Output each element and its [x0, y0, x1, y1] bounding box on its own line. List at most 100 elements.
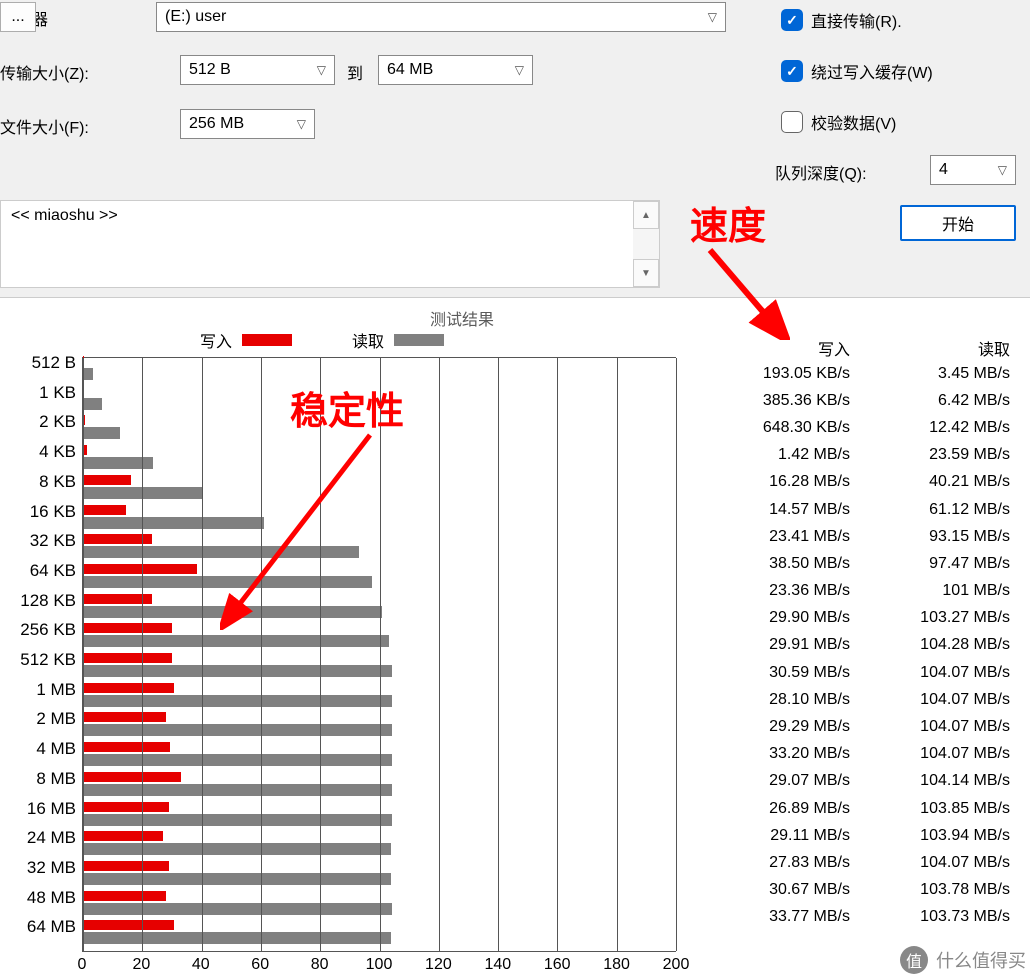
bar-read [83, 665, 392, 677]
description-text: << miaoshu >> [11, 207, 118, 224]
speed-row: 29.11 MB/s103.94 MB/s [700, 822, 1018, 849]
bar-read [83, 724, 392, 736]
chart-xtick: 120 [425, 956, 452, 974]
speed-row: 30.67 MB/s103.78 MB/s [700, 877, 1018, 904]
file-size-dropdown[interactable]: 256 MB ▽ [180, 109, 315, 139]
speed-read-cell: 103.73 MB/s [850, 908, 1010, 926]
bar-read [83, 754, 392, 766]
bar-write [83, 831, 163, 841]
direct-transfer-checkbox[interactable]: ✓ [781, 9, 803, 31]
drive-dropdown[interactable]: (E:) user ▽ [156, 2, 726, 32]
chart-xtick: 40 [192, 956, 210, 974]
speed-row: 33.77 MB/s103.73 MB/s [700, 904, 1018, 931]
chart-xtick: 0 [78, 956, 87, 974]
transfer-max-dropdown[interactable]: 64 MB ▽ [378, 55, 533, 85]
chevron-down-icon: ▽ [297, 117, 306, 131]
speed-write-cell: 29.11 MB/s [700, 827, 850, 845]
bar-write [83, 653, 172, 663]
speed-read-cell: 6.42 MB/s [850, 392, 1010, 410]
speed-read-cell: 104.07 MB/s [850, 718, 1010, 736]
speed-read-cell: 104.07 MB/s [850, 745, 1010, 763]
speed-write-cell: 23.36 MB/s [700, 582, 850, 600]
scroll-down-button[interactable]: ▼ [633, 259, 659, 287]
bypass-cache-checkbox[interactable]: ✓ [781, 60, 803, 82]
watermark-text: 什么值得买 [936, 947, 1026, 973]
bar-read [83, 814, 392, 826]
legend-read-label: 读取 [352, 328, 384, 352]
speed-write-cell: 29.90 MB/s [700, 609, 850, 627]
transfer-size-label: 传输大小(Z): [0, 60, 89, 84]
speed-read-cell: 103.94 MB/s [850, 827, 1010, 845]
speed-row: 29.07 MB/s104.14 MB/s [700, 768, 1018, 795]
queue-depth-dropdown[interactable]: 4 ▽ [930, 155, 1016, 185]
start-button[interactable]: 开始 [900, 205, 1016, 241]
transfer-min-dropdown[interactable]: 512 B ▽ [180, 55, 335, 85]
legend-read-swatch [394, 334, 444, 346]
chart-xtick: 180 [603, 956, 630, 974]
chart-area: 512 B1 KB2 KB4 KB8 KB16 KB32 KB64 KB128 … [0, 353, 680, 978]
speed-row: 16.28 MB/s40.21 MB/s [700, 469, 1018, 496]
speed-row: 1.42 MB/s23.59 MB/s [700, 442, 1018, 469]
speed-read-cell: 23.59 MB/s [850, 446, 1010, 464]
file-size-label: 文件大小(F): [0, 114, 89, 138]
speed-write-cell: 23.41 MB/s [700, 528, 850, 546]
speed-read-cell: 104.14 MB/s [850, 772, 1010, 790]
description-box[interactable]: << miaoshu >> ▲ ▼ [0, 200, 660, 288]
speed-row: 14.57 MB/s61.12 MB/s [700, 496, 1018, 523]
chevron-down-icon: ▽ [515, 63, 524, 77]
speed-read-cell: 104.07 MB/s [850, 664, 1010, 682]
bypass-cache-label: 绕过写入缓存(W) [811, 59, 933, 83]
chart-ylabel: 24 MB [27, 828, 76, 848]
bar-read [83, 517, 264, 529]
bar-read [83, 695, 392, 707]
direct-transfer-label: 直接传输(R). [811, 8, 902, 32]
chevron-down-icon: ▽ [998, 163, 1007, 177]
speed-read-cell: 104.07 MB/s [850, 854, 1010, 872]
scroll-up-button[interactable]: ▲ [633, 201, 659, 229]
speed-read-cell: 3.45 MB/s [850, 365, 1010, 383]
bar-write [83, 920, 174, 930]
bar-write [83, 772, 181, 782]
speed-row: 29.90 MB/s103.27 MB/s [700, 605, 1018, 632]
speed-write-cell: 33.20 MB/s [700, 745, 850, 763]
speed-row: 193.05 KB/s3.45 MB/s [700, 360, 1018, 387]
check-data-checkbox[interactable] [781, 111, 803, 133]
speed-row: 29.29 MB/s104.07 MB/s [700, 713, 1018, 740]
bar-read [83, 843, 391, 855]
speed-table: 写入 读取 193.05 KB/s3.45 MB/s385.36 KB/s6.4… [700, 336, 1018, 931]
speed-header-write: 写入 [700, 336, 850, 360]
chart-ylabel: 16 MB [27, 799, 76, 819]
chart-ylabel: 512 KB [20, 650, 76, 670]
speed-read-cell: 104.28 MB/s [850, 636, 1010, 654]
speed-row: 38.50 MB/s97.47 MB/s [700, 550, 1018, 577]
chart-xtick: 60 [251, 956, 269, 974]
bar-write [83, 475, 131, 485]
chevron-down-icon: ▽ [708, 10, 717, 24]
bar-write [83, 802, 169, 812]
bar-read [83, 546, 359, 558]
speed-row: 23.41 MB/s93.15 MB/s [700, 523, 1018, 550]
watermark: 值 什么值得买 [900, 946, 1026, 974]
bar-read [83, 398, 102, 410]
speed-read-cell: 40.21 MB/s [850, 473, 1010, 491]
chart-ylabel: 128 KB [20, 591, 76, 611]
chart-xtick: 200 [663, 956, 690, 974]
speed-write-cell: 27.83 MB/s [700, 854, 850, 872]
transfer-max-value: 64 MB [387, 61, 507, 79]
speed-read-cell: 103.27 MB/s [850, 609, 1010, 627]
chart-ylabel: 1 KB [39, 383, 76, 403]
speed-row: 33.20 MB/s104.07 MB/s [700, 741, 1018, 768]
speed-write-cell: 16.28 MB/s [700, 473, 850, 491]
speed-write-cell: 648.30 KB/s [700, 419, 850, 437]
check-data-label: 校验数据(V) [811, 110, 896, 134]
bar-write [83, 861, 169, 871]
chart-legend: 写入 读取 [200, 328, 444, 352]
speed-write-cell: 14.57 MB/s [700, 501, 850, 519]
browse-button[interactable]: ... [0, 2, 36, 32]
chart-ylabel: 512 B [32, 353, 76, 373]
chart-ylabel: 32 KB [30, 531, 76, 551]
speed-write-cell: 385.36 KB/s [700, 392, 850, 410]
bar-read [83, 368, 93, 380]
bar-read [83, 873, 391, 885]
chevron-down-icon: ▽ [317, 63, 326, 77]
